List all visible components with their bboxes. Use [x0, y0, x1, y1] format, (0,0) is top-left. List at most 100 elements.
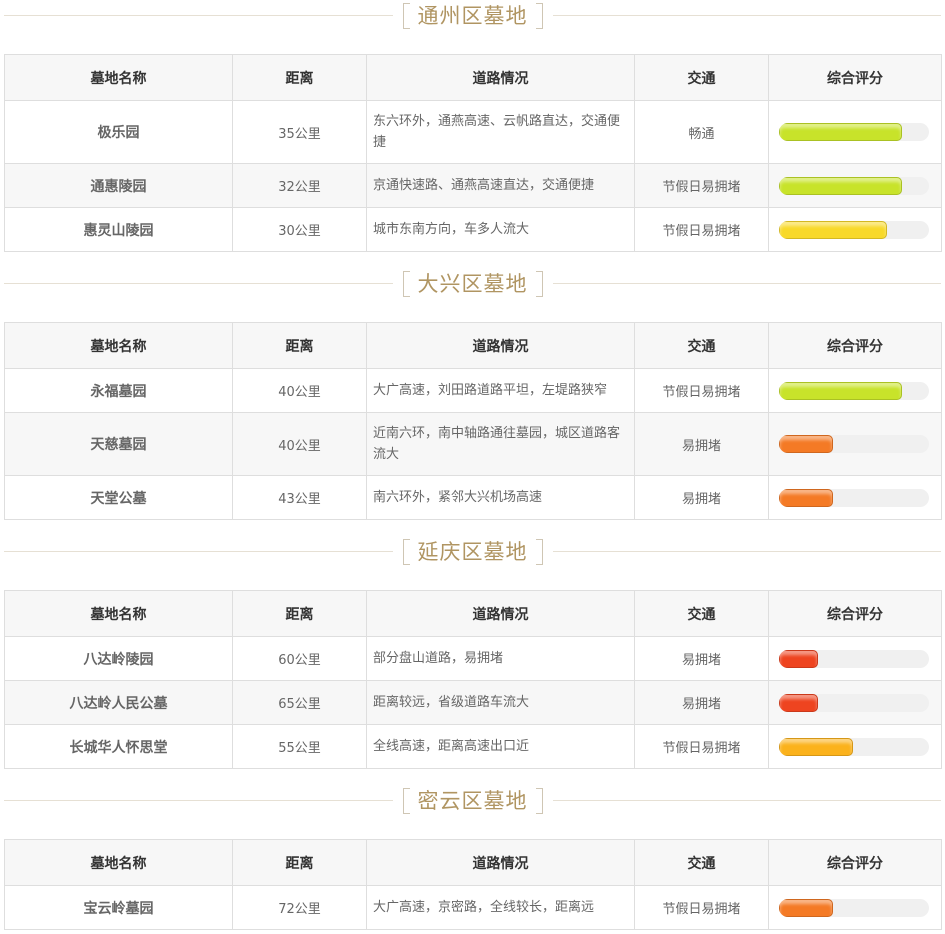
col-header-rating: 综合评分	[768, 839, 942, 886]
cemetery-name[interactable]: 八达岭陵园	[4, 636, 233, 681]
road-cell: 城市东南方向，车多人流大	[366, 207, 635, 252]
col-header-name: 墓地名称	[4, 54, 233, 101]
section-title: 大兴区墓地	[417, 272, 528, 296]
col-header-traffic: 交通	[634, 54, 769, 101]
table-row: 永福墓园 40公里 大广高速，刘田路道路平坦，左堤路狭窄 节假日易拥堵	[4, 368, 942, 413]
rating-bar	[779, 220, 929, 239]
section-tongzhou: 通州区墓地 墓地名称 距离 道路情况 交通 综合评分 极乐园 35公里 东六环外…	[0, 0, 945, 252]
road-cell: 大广高速，京密路，全线较长，距离远	[366, 885, 635, 930]
traffic-cell: 节假日易拥堵	[634, 368, 769, 413]
table-row: 惠灵山陵园 30公里 城市东南方向，车多人流大 节假日易拥堵	[4, 207, 942, 252]
traffic-cell: 易拥堵	[634, 636, 769, 681]
left-bracket-icon	[402, 3, 410, 29]
left-bracket-icon	[402, 539, 410, 565]
distance-cell: 72公里	[232, 885, 367, 930]
col-header-rating: 综合评分	[768, 322, 942, 369]
rating-bar-fill	[779, 176, 902, 195]
cemetery-name[interactable]: 通惠陵园	[4, 163, 233, 208]
rating-cell	[768, 636, 942, 681]
col-header-traffic: 交通	[634, 590, 769, 637]
distance-cell: 35公里	[232, 100, 367, 164]
col-header-rating: 综合评分	[768, 590, 942, 637]
traffic-cell: 节假日易拥堵	[634, 163, 769, 208]
section-header: 密云区墓地	[0, 785, 945, 817]
right-bracket-icon	[535, 3, 543, 29]
road-cell: 京通快速路、通燕高速直达，交通便捷	[366, 163, 635, 208]
distance-cell: 40公里	[232, 412, 367, 476]
cemetery-table: 墓地名称 距离 道路情况 交通 综合评分 宝云岭墓园 72公里 大广高速，京密路…	[4, 839, 942, 930]
rating-bar-fill	[779, 435, 833, 453]
section-title: 延庆区墓地	[417, 540, 528, 564]
rating-cell	[768, 100, 942, 164]
rating-bar	[779, 123, 929, 141]
road-cell: 大广高速，刘田路道路平坦，左堤路狭窄	[366, 368, 635, 413]
distance-cell: 65公里	[232, 680, 367, 725]
col-header-name: 墓地名称	[4, 839, 233, 886]
rating-cell	[768, 207, 942, 252]
col-header-distance: 距离	[232, 322, 367, 369]
rating-bar-fill	[779, 381, 902, 400]
right-bracket-icon	[535, 788, 543, 814]
section-title: 通州区墓地	[417, 4, 528, 28]
table-header-row: 墓地名称 距离 道路情况 交通 综合评分	[4, 54, 942, 101]
traffic-cell: 畅通	[634, 100, 769, 164]
rating-cell	[768, 412, 942, 476]
distance-cell: 32公里	[232, 163, 367, 208]
distance-cell: 55公里	[232, 724, 367, 769]
rating-bar-fill	[779, 693, 818, 712]
table-header-row: 墓地名称 距离 道路情况 交通 综合评分	[4, 322, 942, 369]
rating-bar	[779, 176, 929, 195]
col-header-distance: 距离	[232, 54, 367, 101]
table-row: 天堂公墓 43公里 南六环外，紧邻大兴机场高速 易拥堵	[4, 475, 942, 520]
section-daxing: 大兴区墓地 墓地名称 距离 道路情况 交通 综合评分 永福墓园 40公里 大广高…	[0, 268, 945, 520]
section-title: 密云区墓地	[417, 789, 528, 813]
rating-cell	[768, 475, 942, 520]
rating-bar	[779, 693, 929, 712]
table-header-row: 墓地名称 距离 道路情况 交通 综合评分	[4, 839, 942, 886]
col-header-road: 道路情况	[366, 54, 635, 101]
road-cell: 距离较远，省级道路车流大	[366, 680, 635, 725]
rating-cell	[768, 885, 942, 930]
road-cell: 部分盘山道路，易拥堵	[366, 636, 635, 681]
road-cell: 东六环外，通燕高速、云帆路直达，交通便捷	[366, 100, 635, 164]
rating-bar-fill	[779, 123, 902, 141]
col-header-road: 道路情况	[366, 839, 635, 886]
rating-cell	[768, 368, 942, 413]
rating-cell	[768, 163, 942, 208]
section-header: 大兴区墓地	[0, 268, 945, 300]
col-header-distance: 距离	[232, 839, 367, 886]
rating-bar-fill	[779, 649, 818, 668]
road-cell: 全线高速，距离高速出口近	[366, 724, 635, 769]
table-row: 极乐园 35公里 东六环外，通燕高速、云帆路直达，交通便捷 畅通	[4, 100, 942, 164]
cemetery-table: 墓地名称 距离 道路情况 交通 综合评分 八达岭陵园 60公里 部分盘山道路，易…	[4, 590, 942, 769]
distance-cell: 30公里	[232, 207, 367, 252]
section-yanqing: 延庆区墓地 墓地名称 距离 道路情况 交通 综合评分 八达岭陵园 60公里 部分…	[0, 536, 945, 769]
section-header: 通州区墓地	[0, 0, 945, 32]
left-bracket-icon	[402, 788, 410, 814]
road-cell: 南六环外，紧邻大兴机场高速	[366, 475, 635, 520]
rating-bar	[779, 488, 929, 507]
section-header: 延庆区墓地	[0, 536, 945, 568]
rating-bar	[779, 737, 929, 756]
traffic-cell: 易拥堵	[634, 680, 769, 725]
col-header-road: 道路情况	[366, 322, 635, 369]
cemetery-name[interactable]: 长城华人怀思堂	[4, 724, 233, 769]
cemetery-name[interactable]: 天慈墓园	[4, 412, 233, 476]
table-header-row: 墓地名称 距离 道路情况 交通 综合评分	[4, 590, 942, 637]
rating-bar-fill	[779, 898, 833, 917]
road-cell: 近南六环，南中轴路通往墓园，城区道路客流大	[366, 412, 635, 476]
cemetery-name[interactable]: 天堂公墓	[4, 475, 233, 520]
cemetery-name[interactable]: 惠灵山陵园	[4, 207, 233, 252]
rating-bar-fill	[779, 737, 853, 756]
section-miyun: 密云区墓地 墓地名称 距离 道路情况 交通 综合评分 宝云岭墓园 72公里 大广…	[0, 785, 945, 930]
table-row: 八达岭人民公墓 65公里 距离较远，省级道路车流大 易拥堵	[4, 680, 942, 725]
col-header-distance: 距离	[232, 590, 367, 637]
cemetery-name[interactable]: 宝云岭墓园	[4, 885, 233, 930]
rating-cell	[768, 680, 942, 725]
cemetery-name[interactable]: 永福墓园	[4, 368, 233, 413]
table-row: 通惠陵园 32公里 京通快速路、通燕高速直达，交通便捷 节假日易拥堵	[4, 163, 942, 208]
rating-bar	[779, 435, 929, 453]
traffic-cell: 易拥堵	[634, 412, 769, 476]
cemetery-name[interactable]: 极乐园	[4, 100, 233, 164]
cemetery-name[interactable]: 八达岭人民公墓	[4, 680, 233, 725]
